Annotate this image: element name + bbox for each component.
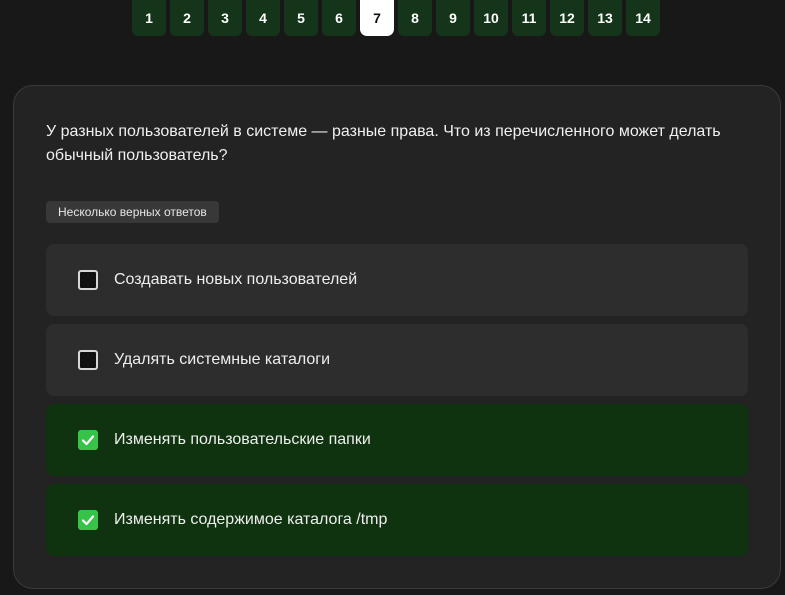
page-button-10[interactable]: 10 (474, 0, 508, 36)
page-button-14[interactable]: 14 (626, 0, 660, 36)
checkbox-icon[interactable] (78, 350, 98, 370)
checkbox-icon[interactable] (78, 510, 98, 530)
answer-option-3[interactable]: Изменять пользовательские папки (46, 404, 748, 476)
page-button-3[interactable]: 3 (208, 0, 242, 36)
answer-option-label: Удалять системные каталоги (114, 351, 331, 368)
answer-option-label: Изменять содержимое каталога /tmp (114, 511, 388, 528)
answer-options: Создавать новых пользователей Удалять си… (46, 244, 748, 564)
page-button-8[interactable]: 8 (398, 0, 432, 36)
answer-option-4[interactable]: Изменять содержимое каталога /tmp (46, 484, 748, 556)
page-button-12[interactable]: 12 (550, 0, 584, 36)
answer-option-label: Создавать новых пользователей (114, 271, 358, 288)
checkbox-icon[interactable] (78, 270, 98, 290)
checkbox-icon[interactable] (78, 430, 98, 450)
page-button-7-current[interactable]: 7 (360, 0, 394, 36)
page-button-1[interactable]: 1 (132, 0, 166, 36)
page-button-2[interactable]: 2 (170, 0, 204, 36)
question-text: У разных пользователей в системе — разны… (46, 123, 721, 164)
page-button-6[interactable]: 6 (322, 0, 356, 36)
checkmark-icon (81, 515, 95, 526)
question-card: У разных пользователей в системе — разны… (13, 85, 781, 589)
page-button-13[interactable]: 13 (588, 0, 622, 36)
answer-option-2[interactable]: Удалять системные каталоги (46, 324, 748, 396)
page-button-4[interactable]: 4 (246, 0, 280, 36)
answer-type-badge: Несколько верных ответов (46, 201, 219, 223)
answer-option-label: Изменять пользовательские папки (114, 431, 371, 448)
page-button-5[interactable]: 5 (284, 0, 318, 36)
page-button-9[interactable]: 9 (436, 0, 470, 36)
question-pager: 1 2 3 4 5 6 7 8 9 10 11 12 13 14 (132, 0, 660, 36)
checkmark-icon (81, 435, 95, 446)
page-button-11[interactable]: 11 (512, 0, 546, 36)
answer-option-1[interactable]: Создавать новых пользователей (46, 244, 748, 316)
